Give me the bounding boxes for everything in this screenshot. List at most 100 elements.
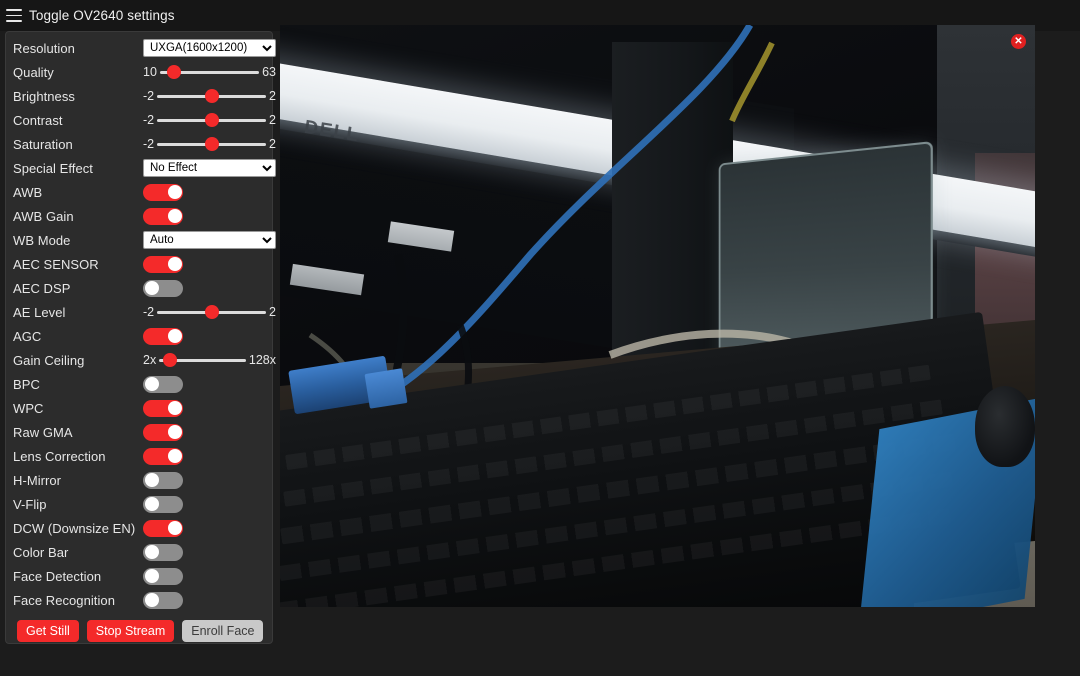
setting-row: AEC SENSOR	[6, 252, 272, 276]
slider-min-label: 10	[143, 65, 157, 79]
slider-track[interactable]	[157, 305, 266, 319]
setting-label: Quality	[13, 64, 54, 80]
setting-toggle[interactable]	[143, 519, 183, 537]
setting-row: Raw GMA	[6, 420, 272, 444]
slider-max-label: 2	[269, 305, 276, 319]
setting-toggle[interactable]	[143, 327, 183, 345]
settings-panel: Resolution UXGA(1600x1200)SXGA(1280x1024)…	[5, 31, 276, 644]
setting-row: Color Bar	[6, 540, 272, 564]
setting-control	[143, 420, 266, 444]
setting-slider[interactable]: -2 2	[143, 84, 276, 108]
setting-control	[143, 516, 266, 540]
toggle-settings-label[interactable]: Toggle OV2640 settings	[29, 8, 175, 23]
slider-min-label: -2	[143, 137, 155, 151]
setting-toggle[interactable]	[143, 567, 183, 585]
setting-control	[143, 540, 266, 564]
setting-control	[143, 564, 266, 588]
slider-track[interactable]	[157, 89, 266, 103]
setting-label: Brightness	[13, 88, 75, 104]
setting-toggle[interactable]	[143, 207, 183, 225]
setting-toggle[interactable]	[143, 255, 183, 273]
setting-slider[interactable]: -2 2	[143, 108, 276, 132]
setting-select[interactable]: No EffectNegativeGrayscaleRed TintGreen …	[143, 159, 276, 177]
setting-row: BPC	[6, 372, 272, 396]
action-button[interactable]: Get Still	[17, 620, 79, 642]
slider-thumb[interactable]	[204, 89, 219, 103]
settings-rows: Resolution UXGA(1600x1200)SXGA(1280x1024)…	[6, 36, 276, 612]
setting-label: WPC	[13, 400, 44, 416]
setting-row: AE Level -2 2	[6, 300, 276, 324]
setting-row: Saturation -2 2	[6, 132, 276, 156]
slider-max-label: 128x	[248, 353, 276, 367]
setting-label: Lens Correction	[13, 448, 106, 464]
setting-row: WB Mode AutoSunnyCloudyOfficeHome	[6, 228, 276, 252]
toggle-knob	[167, 329, 182, 343]
setting-row: DCW (Downsize EN)	[6, 516, 272, 540]
setting-label: AE Level	[13, 304, 66, 320]
setting-label: Gain Ceiling	[13, 352, 85, 368]
setting-toggle[interactable]	[143, 423, 183, 441]
setting-toggle[interactable]	[143, 471, 183, 489]
setting-control: 2x 128x	[143, 348, 276, 372]
setting-slider[interactable]: -2 2	[143, 300, 276, 324]
setting-toggle[interactable]	[143, 399, 183, 417]
setting-control	[143, 324, 266, 348]
camera-frame-image: DELL	[280, 25, 1035, 607]
action-button[interactable]: Enroll Face	[182, 620, 264, 642]
slider-track[interactable]	[159, 65, 260, 79]
toggle-knob	[167, 425, 182, 439]
setting-row: Face Recognition	[6, 588, 272, 612]
setting-toggle[interactable]	[143, 495, 183, 513]
slider-thumb[interactable]	[162, 353, 177, 367]
setting-control: No EffectNegativeGrayscaleRed TintGreen …	[143, 156, 276, 180]
setting-row: Resolution UXGA(1600x1200)SXGA(1280x1024)…	[6, 36, 276, 60]
setting-slider[interactable]: -2 2	[143, 132, 276, 156]
setting-label: H-Mirror	[13, 472, 62, 488]
slider-thumb[interactable]	[204, 113, 219, 127]
setting-select[interactable]: UXGA(1600x1200)SXGA(1280x1024)XGA(1024x7…	[143, 39, 276, 57]
slider-thumb[interactable]	[204, 137, 219, 151]
setting-row: AEC DSP	[6, 276, 272, 300]
close-icon[interactable]: ✕	[1011, 34, 1026, 49]
setting-toggle[interactable]	[143, 543, 183, 561]
setting-label: AEC SENSOR	[13, 256, 99, 272]
scene-mouse	[974, 385, 1035, 468]
setting-control: -2 2	[143, 108, 276, 132]
setting-label: AWB	[13, 184, 43, 200]
camera-stream-view: DELL ✕	[280, 25, 1035, 607]
setting-toggle[interactable]	[143, 375, 183, 393]
setting-toggle[interactable]	[143, 591, 183, 609]
toggle-knob	[144, 281, 159, 295]
setting-control	[143, 492, 266, 516]
toggle-knob	[167, 257, 182, 271]
setting-select[interactable]: AutoSunnyCloudyOfficeHome	[143, 231, 276, 249]
setting-slider[interactable]: 2x 128x	[143, 348, 276, 372]
setting-toggle[interactable]	[143, 279, 183, 297]
setting-label: Saturation	[13, 136, 73, 152]
setting-row: AWB	[6, 180, 272, 204]
slider-track[interactable]	[157, 137, 266, 151]
slider-min-label: -2	[143, 113, 155, 127]
setting-label: Raw GMA	[13, 424, 73, 440]
slider-min-label: 2x	[143, 353, 157, 367]
hamburger-icon[interactable]	[6, 9, 22, 22]
slider-thumb[interactable]	[204, 305, 219, 319]
slider-track[interactable]	[159, 353, 246, 367]
setting-control	[143, 372, 266, 396]
setting-toggle[interactable]	[143, 447, 183, 465]
setting-row: Quality 10 63	[6, 60, 276, 84]
slider-track[interactable]	[157, 113, 266, 127]
slider-max-label: 2	[269, 89, 276, 103]
slider-max-label: 2	[269, 137, 276, 151]
setting-label: Resolution	[13, 40, 75, 56]
setting-toggle[interactable]	[143, 183, 183, 201]
setting-row: V-Flip	[6, 492, 272, 516]
setting-slider[interactable]: 10 63	[143, 60, 276, 84]
action-button[interactable]: Stop Stream	[86, 620, 175, 642]
setting-label: BPC	[13, 376, 40, 392]
setting-label: AWB Gain	[13, 208, 74, 224]
slider-thumb[interactable]	[166, 65, 181, 79]
setting-label: V-Flip	[13, 496, 47, 512]
toggle-knob	[167, 521, 182, 535]
setting-label: AGC	[13, 328, 42, 344]
